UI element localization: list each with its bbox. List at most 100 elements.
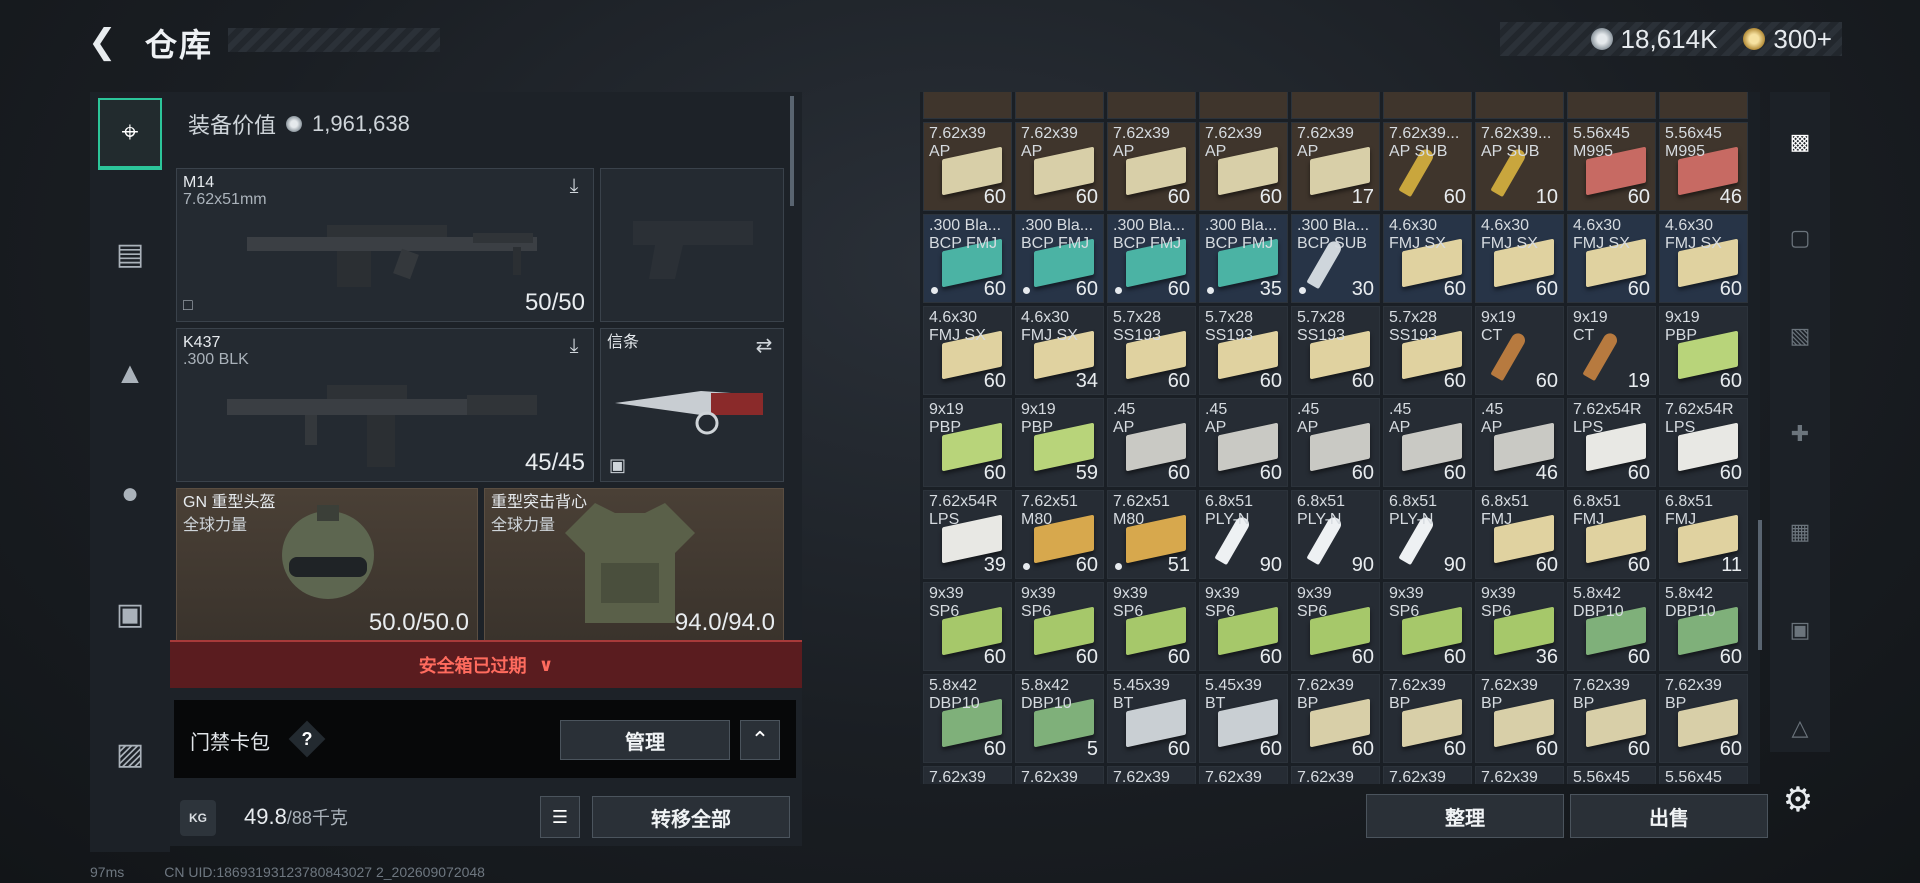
inventory-cell-partial[interactable] — [1291, 92, 1380, 119]
inventory-item[interactable]: .300 Bla... BCP SUB 30 — [1291, 214, 1380, 303]
inventory-item[interactable]: 7.62x39 — [1199, 766, 1288, 784]
inventory-item[interactable]: 5.45x39 BT 60 — [1107, 674, 1196, 763]
inventory-item[interactable]: 4.6x30 FMJ SX 60 — [1567, 214, 1656, 303]
inventory-item[interactable]: .300 Bla... BCP FMJ 60 — [1015, 214, 1104, 303]
inventory-item[interactable]: 7.62x54R LPS 60 — [1659, 398, 1748, 487]
inventory-item[interactable]: 6.8x51 FMJ 60 — [1475, 490, 1564, 579]
inventory-cell-partial[interactable] — [1475, 92, 1564, 119]
inventory-item[interactable]: 7.62x39 — [923, 766, 1012, 784]
level5-vest-icon[interactable]: ▦ — [1780, 512, 1820, 552]
inventory-item[interactable]: 7.62x39 — [1383, 766, 1472, 784]
manage-button[interactable]: 管理 — [560, 720, 730, 760]
level4-helmet-icon[interactable]: △ — [1780, 708, 1820, 748]
inventory-cell-partial[interactable] — [1107, 92, 1196, 119]
inventory-item[interactable]: 9x39 SP6 60 — [1015, 582, 1104, 671]
inventory-item[interactable]: 9x39 SP6 60 — [1107, 582, 1196, 671]
sidearm-slot[interactable] — [600, 168, 784, 322]
gold-amount[interactable]: 300+ — [1773, 24, 1832, 55]
inventory-item[interactable]: 5.8x42 DBP10 60 — [1659, 582, 1748, 671]
inventory-item[interactable]: 7.62x39... AP SUB 60 — [1383, 122, 1472, 211]
inventory-item[interactable]: 7.62x54R LPS 60 — [1567, 398, 1656, 487]
transfer-all-button[interactable]: 转移全部 — [592, 796, 790, 838]
inventory-item[interactable]: 7.62x39 AP 60 — [1199, 122, 1288, 211]
inventory-item[interactable]: 9x19 CT 19 — [1567, 306, 1656, 395]
inventory-item[interactable]: .45 AP 60 — [1199, 398, 1288, 487]
inventory-item[interactable]: 7.62x39 AP 60 — [1107, 122, 1196, 211]
inventory-item[interactable]: 9x19 PBP 59 — [1015, 398, 1104, 487]
inventory-item[interactable]: 6.8x51 PLY-N 90 — [1291, 490, 1380, 579]
inventory-item[interactable]: 4.6x30 FMJ SX 60 — [1383, 214, 1472, 303]
inventory-item[interactable]: 9x19 PBP 60 — [923, 398, 1012, 487]
list-icon[interactable]: ☰ — [540, 796, 580, 838]
inventory-item[interactable]: .45 AP 46 — [1475, 398, 1564, 487]
inventory-item[interactable]: 9x39 SP6 60 — [1383, 582, 1472, 671]
inventory-item[interactable]: 5.7x28 SS193 60 — [1291, 306, 1380, 395]
inventory-scrollbar[interactable] — [1758, 520, 1762, 650]
inventory-item[interactable]: 7.62x39... AP SUB 10 — [1475, 122, 1564, 211]
inventory-item[interactable]: 7.62x39 BP 60 — [1383, 674, 1472, 763]
inventory-item[interactable]: 7.62x39 BP 60 — [1659, 674, 1748, 763]
swap-icon[interactable]: ⇄ — [753, 335, 775, 357]
inventory-item[interactable]: 7.62x51 M80 51 — [1107, 490, 1196, 579]
sell-button[interactable]: 出售 — [1570, 794, 1768, 838]
container-icon[interactable]: ▣ — [98, 578, 162, 650]
inventory-item[interactable]: 5.8x42 DBP10 60 — [923, 674, 1012, 763]
inventory-item[interactable]: 4.6x30 FMJ SX 60 — [1659, 214, 1748, 303]
melee-slot[interactable]: 信条 ⇄ ▣ — [600, 328, 784, 482]
inventory-item[interactable]: 7.62x39 — [1291, 766, 1380, 784]
download-icon[interactable]: ⤓ — [563, 175, 585, 197]
inventory-item[interactable]: 7.62x39 BP 60 — [1475, 674, 1564, 763]
inventory-item[interactable]: .300 Bla... BCP FMJ 60 — [923, 214, 1012, 303]
inventory-item[interactable]: 7.62x39 AP 17 — [1291, 122, 1380, 211]
level4-rig-icon[interactable]: ▢ — [1780, 218, 1820, 258]
inventory-item[interactable]: 7.62x54R LPS 39 — [923, 490, 1012, 579]
inventory-item[interactable]: 9x39 SP6 60 — [923, 582, 1012, 671]
inventory-item[interactable]: 9x39 SP6 36 — [1475, 582, 1564, 671]
inventory-item[interactable]: 5.7x28 SS193 60 — [1107, 306, 1196, 395]
inventory-item[interactable]: 5.56x45 — [1567, 766, 1656, 784]
inventory-item[interactable]: 7.62x51 M80 60 — [1015, 490, 1104, 579]
sort-button[interactable]: 整理 — [1366, 794, 1564, 838]
secondary-weapon-slot[interactable]: K437 .300 BLK ⤓ 45/45 — [176, 328, 594, 482]
inventory-item[interactable]: 4.6x30 FMJ SX 34 — [1015, 306, 1104, 395]
inventory-item[interactable]: 9x39 SP6 60 — [1199, 582, 1288, 671]
inventory-item[interactable]: 7.62x39 — [1015, 766, 1104, 784]
pistol-icon[interactable]: ⌖ — [98, 98, 162, 170]
vest-icon[interactable]: ▤ — [98, 218, 162, 290]
inventory-item[interactable]: .45 AP 60 — [1383, 398, 1472, 487]
inventory-item[interactable]: 7.62x39 BP 60 — [1567, 674, 1656, 763]
inventory-item[interactable]: 7.62x39 — [1475, 766, 1564, 784]
loadout-scrollbar[interactable] — [790, 96, 794, 206]
inventory-item[interactable]: 6.8x51 PLY-N 90 — [1199, 490, 1288, 579]
level4-bag-icon[interactable]: ▧ — [1780, 316, 1820, 356]
inventory-item[interactable]: 5.56x45 — [1659, 766, 1748, 784]
inventory-item[interactable]: 9x19 CT 60 — [1475, 306, 1564, 395]
inventory-item[interactable]: 9x19 PBP 60 — [1659, 306, 1748, 395]
inventory-item[interactable]: 7.62x39 AP 60 — [1015, 122, 1104, 211]
inventory-cell-partial[interactable] — [1659, 92, 1748, 119]
primary-weapon-slot[interactable]: M14 7.62x51mm ⤓ □ 50/50 — [176, 168, 594, 322]
inventory-cell-partial[interactable] — [1015, 92, 1104, 119]
inventory-item[interactable]: 7.62x39 AP 60 — [923, 122, 1012, 211]
inventory-item[interactable]: 6.8x51 FMJ 60 — [1567, 490, 1656, 579]
gear-icon[interactable]: ⚙ — [1778, 780, 1818, 820]
armor-slot[interactable]: 重型突击背心 全球力量 94.0/94.0 — [484, 488, 784, 642]
inventory-item[interactable]: 6.8x51 PLY-N 90 — [1383, 490, 1472, 579]
download-icon[interactable]: ⤓ — [563, 335, 585, 357]
inventory-item[interactable]: 5.45x39 BT 60 — [1199, 674, 1288, 763]
inventory-item[interactable]: 5.56x45 M995 60 — [1567, 122, 1656, 211]
inventory-item[interactable]: 5.7x28 SS193 60 — [1199, 306, 1288, 395]
inventory-item[interactable]: 5.8x42 DBP10 5 — [1015, 674, 1104, 763]
inventory-item[interactable]: 5.7x28 SS193 60 — [1383, 306, 1472, 395]
inventory-item[interactable]: 5.8x42 DBP10 60 — [1567, 582, 1656, 671]
inventory-cell-partial[interactable] — [1383, 92, 1472, 119]
safebox-expired-banner[interactable]: 安全箱已过期 ∨ — [170, 640, 802, 688]
helmet-slot[interactable]: GN 重型头盔 全球力量 50.0/50.0 — [176, 488, 478, 642]
inventory-item[interactable]: 5.56x45 M995 46 — [1659, 122, 1748, 211]
inventory-item[interactable]: .300 Bla... BCP FMJ 35 — [1199, 214, 1288, 303]
inventory-item[interactable]: 7.62x39 BP 60 — [1291, 674, 1380, 763]
inventory-cell-partial[interactable] — [1567, 92, 1656, 119]
inventory-item[interactable]: 4.6x30 FMJ SX 60 — [1475, 214, 1564, 303]
inventory-item[interactable]: .45 AP 60 — [1107, 398, 1196, 487]
bag-icon[interactable]: ● — [98, 458, 162, 530]
